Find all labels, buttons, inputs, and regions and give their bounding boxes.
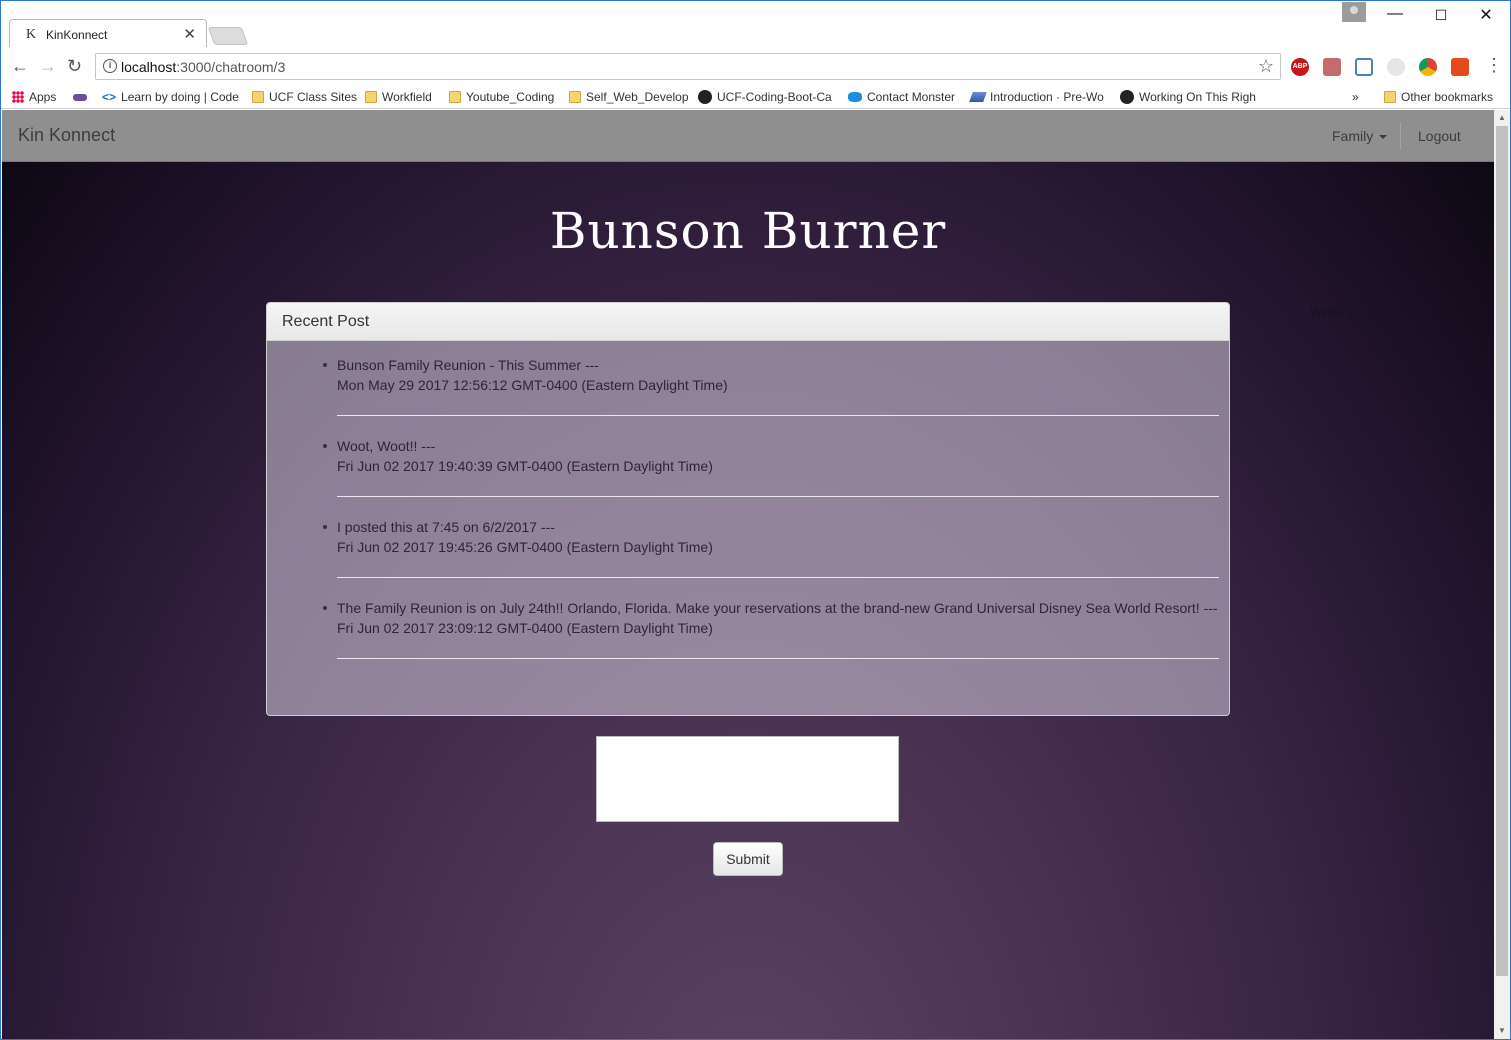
title-bar: K KinKonnect ✕ — ☐ ✕ (1, 1, 1510, 49)
post-timestamp: Mon May 29 2017 12:56:12 GMT-0400 (Easte… (337, 377, 728, 393)
bookmark-purple[interactable] (73, 88, 92, 106)
forward-arrow-icon[interactable]: → (39, 56, 57, 77)
bookmark-star-icon[interactable]: ☆ (1258, 56, 1274, 77)
scroll-down-arrow-icon[interactable]: ▼ (1498, 1026, 1506, 1035)
folder-icon (1384, 91, 1396, 103)
write-something-label: Write Something! (1310, 305, 1418, 320)
folder-icon (449, 91, 461, 103)
code-icon: <> (102, 90, 117, 104)
folder-icon (252, 91, 264, 103)
info-icon[interactable]: i (103, 59, 117, 73)
bookmark-working-on-this[interactable]: Working On This Righ (1120, 88, 1256, 106)
bookmark-youtube-coding[interactable]: Youtube_Coding (449, 88, 554, 106)
post-text: Woot, Woot!! --- (337, 438, 436, 454)
office-extension-icon[interactable] (1451, 58, 1469, 76)
adblock-icon[interactable]: ABP (1291, 58, 1309, 76)
bookmark-contact-monster[interactable]: Contact Monster (848, 88, 955, 106)
bookmark-introduction[interactable]: Introduction · Pre-Wo (969, 88, 1104, 106)
layers-icon (969, 92, 987, 102)
caret-down-icon (1379, 135, 1388, 140)
message-textarea[interactable] (596, 736, 899, 822)
bookmark-site-icon (73, 93, 87, 101)
k-favicon-icon: K (26, 27, 37, 42)
browser-window: K KinKonnect ✕ — ☐ ✕ ← → ↻ i localhost:3… (0, 0, 1511, 1040)
tab-title: KinKonnect (46, 28, 108, 42)
apps-grid-icon (12, 91, 24, 103)
post-item: I posted this at 7:45 on 6/2/2017 --- Fr… (323, 517, 1219, 578)
panel-heading: Recent Post (267, 303, 1229, 341)
bookmark-self-web-develop[interactable]: Self_Web_Develop (569, 88, 689, 106)
post-timestamp: Fri Jun 02 2017 19:40:39 GMT-0400 (Easte… (337, 458, 713, 474)
new-tab-button[interactable] (207, 27, 249, 45)
cloud-icon (848, 92, 862, 102)
page-title: Bunson Burner (549, 202, 947, 260)
bookmark-apps[interactable]: Apps (12, 88, 56, 106)
github-icon (698, 90, 712, 104)
submit-button[interactable]: Submit (713, 842, 783, 876)
nav-divider (1400, 122, 1401, 150)
bookmark-other-bookmarks[interactable]: Other bookmarks (1384, 88, 1493, 106)
family-dropdown[interactable]: Family (1332, 128, 1388, 144)
chrome-extension-icon[interactable] (1419, 58, 1437, 76)
page-viewport: Kin Konnect Family Logout Bunson Burner … (2, 110, 1494, 1039)
post-text: I posted this at 7:45 on 6/2/2017 --- (337, 519, 555, 535)
github-icon (1120, 90, 1134, 104)
scroll-up-arrow-icon[interactable]: ▲ (1498, 113, 1506, 122)
screenshot-extension-icon[interactable] (1355, 58, 1373, 76)
bookmarks-overflow-chevron[interactable]: » (1352, 88, 1359, 106)
browser-menu-icon[interactable]: ⋮ (1485, 55, 1503, 76)
url-text: localhost:3000/chatroom/3 (121, 59, 286, 75)
post-timestamp: Fri Jun 02 2017 19:45:26 GMT-0400 (Easte… (337, 539, 713, 555)
post-item: Bunson Family Reunion - This Summer --- … (323, 355, 1219, 416)
post-text: Bunson Family Reunion - This Summer --- (337, 357, 599, 373)
vertical-scrollbar[interactable]: ▲ ▼ (1494, 110, 1510, 1039)
post-item: The Family Reunion is on July 24th!! Orl… (323, 598, 1219, 659)
bookmark-learn-by-doing[interactable]: <> Learn by doing | Code (102, 88, 239, 106)
minimize-icon[interactable]: — (1380, 5, 1410, 23)
scrollbar-thumb[interactable] (1496, 126, 1508, 976)
browser-toolbar: ← → ↻ i localhost:3000/chatroom/3 ☆ ABP … (1, 47, 1510, 85)
bookmark-ucf-coding-boot-camp[interactable]: UCF-Coding-Boot-Ca (698, 88, 832, 106)
close-tab-icon[interactable]: ✕ (183, 25, 196, 43)
bookmark-workfield[interactable]: Workfield (365, 88, 432, 106)
post-list: Bunson Family Reunion - This Summer --- … (267, 341, 1229, 659)
logout-link[interactable]: Logout (1418, 128, 1461, 144)
pdf-extension-icon[interactable] (1323, 58, 1341, 76)
maximize-icon[interactable]: ☐ (1426, 7, 1456, 24)
bookmarks-bar: Apps <> Learn by doing | Code UCF Class S… (1, 85, 1510, 109)
extension-icon[interactable] (1387, 58, 1405, 76)
back-arrow-icon[interactable]: ← (11, 56, 29, 77)
folder-icon (569, 91, 581, 103)
post-text: The Family Reunion is on July 24th!! Orl… (337, 600, 1218, 616)
reload-icon[interactable]: ↻ (67, 56, 82, 77)
recent-post-panel: Recent Post Bunson Family Reunion - This… (266, 302, 1230, 716)
folder-icon (365, 91, 377, 103)
post-timestamp: Fri Jun 02 2017 23:09:12 GMT-0400 (Easte… (337, 620, 713, 636)
app-navbar: Kin Konnect Family Logout (2, 110, 1494, 162)
brand-link[interactable]: Kin Konnect (18, 125, 115, 146)
address-bar[interactable]: i localhost:3000/chatroom/3 ☆ (95, 53, 1281, 80)
bookmark-ucf-class-sites[interactable]: UCF Class Sites (252, 88, 357, 106)
tab-kinkonnect[interactable]: K KinKonnect ✕ (9, 19, 207, 49)
post-item: Woot, Woot!! --- Fri Jun 02 2017 19:40:3… (323, 436, 1219, 497)
user-profile-icon[interactable] (1342, 2, 1366, 22)
close-window-icon[interactable]: ✕ (1471, 5, 1501, 25)
